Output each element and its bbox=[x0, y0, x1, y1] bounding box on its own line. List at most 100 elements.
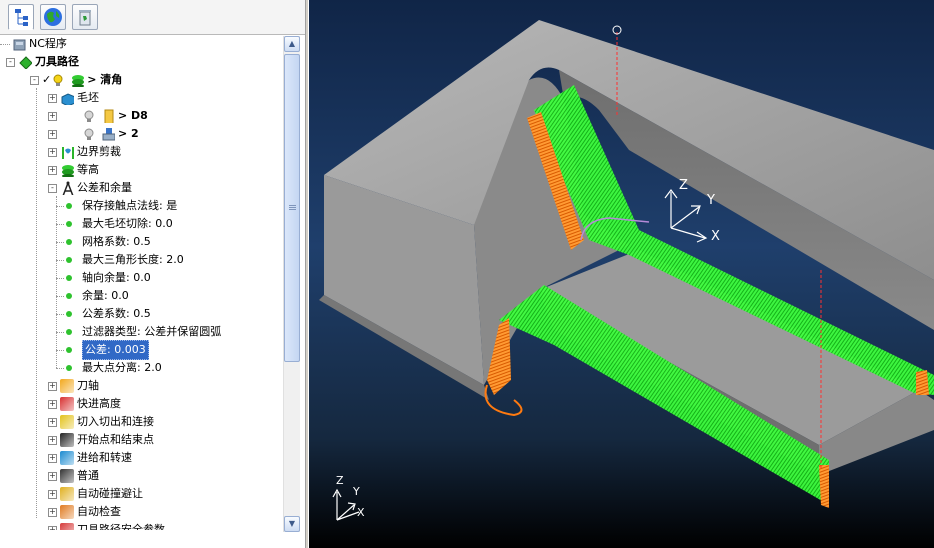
tree-item[interactable]: + 刀具路径安全参数 bbox=[48, 521, 165, 530]
lead-right bbox=[916, 370, 929, 395]
recycle-bin-tab[interactable] bbox=[72, 4, 98, 30]
explorer-tab[interactable] bbox=[8, 4, 34, 30]
scroll-down-button[interactable]: ▼ bbox=[284, 516, 300, 532]
globe-icon bbox=[44, 8, 62, 26]
tree-item-stock[interactable]: + 毛坯 bbox=[48, 89, 99, 107]
expand-toggle[interactable]: + bbox=[48, 399, 57, 409]
tree-param-item[interactable]: 公差: 0.003 bbox=[56, 340, 149, 360]
tree-param-label: 轴向余量: 0.0 bbox=[82, 271, 151, 284]
triad-y-label: Y bbox=[707, 193, 715, 208]
expand-toggle[interactable]: + bbox=[48, 453, 57, 463]
expand-toggle[interactable]: + bbox=[48, 93, 57, 103]
tree-item-label: 刀轴 bbox=[77, 379, 99, 392]
expand-toggle[interactable]: + bbox=[48, 165, 57, 175]
lightbulb-icon bbox=[53, 74, 63, 86]
tree-param-item[interactable]: 余量: 0.0 bbox=[56, 287, 129, 305]
tree-param-label: 网格系数: 0.5 bbox=[82, 235, 151, 248]
green-bullet-icon bbox=[66, 257, 72, 263]
tree-item[interactable]: + 自动碰撞避让 bbox=[48, 485, 143, 503]
tree-item-boundary[interactable]: + 边界剪裁 bbox=[48, 143, 121, 161]
tree-item[interactable]: + 普通 bbox=[48, 467, 99, 485]
tree-param-label: 保存接触点法线: 是 bbox=[82, 199, 178, 212]
graphics-viewport[interactable]: Z Y X Z Y X bbox=[309, 0, 934, 548]
lead-arc bbox=[484, 384, 523, 417]
tree-item-tool2[interactable]: + > 2 bbox=[48, 125, 139, 143]
scroll-thumb[interactable] bbox=[284, 54, 300, 362]
cutter-icon bbox=[104, 109, 114, 123]
tree-item-clearance[interactable]: - ✓ > 清角 bbox=[30, 71, 122, 89]
expand-toggle[interactable]: + bbox=[48, 489, 57, 499]
explorer-tree: NC程序 - 刀具路径 - ✓ > 清角 + 毛坯 + > D8 + > 2 +… bbox=[0, 34, 283, 530]
tree-item-tolerance[interactable]: - 公差和余量 bbox=[48, 179, 132, 197]
tree-param-label: 公差: 0.003 bbox=[82, 340, 149, 360]
general-icon bbox=[60, 469, 74, 483]
model-scene bbox=[319, 20, 934, 521]
tree-param-label: 最大毛坯切除: 0.0 bbox=[82, 217, 173, 230]
expand-toggle[interactable]: + bbox=[48, 435, 57, 445]
tree-label-nc-program: NC程序 bbox=[29, 37, 67, 50]
expand-toggle[interactable]: + bbox=[48, 129, 57, 139]
expand-toggle[interactable]: + bbox=[48, 381, 57, 391]
leads-links-icon bbox=[60, 415, 74, 429]
tree-param-item[interactable]: 最大毛坯切除: 0.0 bbox=[56, 215, 173, 233]
tool-axis-icon bbox=[60, 379, 74, 393]
expand-toggle[interactable]: + bbox=[48, 417, 57, 427]
expand-toggle[interactable]: + bbox=[48, 147, 57, 157]
tree-item[interactable]: + 快进高度 bbox=[48, 395, 121, 413]
nc-program-icon bbox=[13, 39, 26, 51]
tree-item-label: 普通 bbox=[77, 469, 99, 482]
tree-label-boundary: 边界剪裁 bbox=[77, 145, 121, 158]
collapse-toggle[interactable]: - bbox=[6, 57, 15, 67]
tree-item-toolpaths[interactable]: - 刀具路径 bbox=[6, 53, 79, 71]
explorer-tab-bar bbox=[0, 0, 305, 35]
tree-param-item[interactable]: 轴向余量: 0.0 bbox=[56, 269, 151, 287]
recycle-bin-icon bbox=[79, 10, 91, 26]
tree-label-tolerance: 公差和余量 bbox=[77, 181, 132, 194]
start-end-point-icon bbox=[60, 433, 74, 447]
tree-icon bbox=[15, 9, 28, 26]
tree-item[interactable]: + 刀轴 bbox=[48, 377, 99, 395]
tree-item-label: 刀具路径安全参数 bbox=[77, 523, 165, 530]
tree-item-tool[interactable]: + > D8 bbox=[48, 107, 148, 125]
tree-param-item[interactable]: 保存接触点法线: 是 bbox=[56, 197, 178, 215]
tree-param-item[interactable]: 网格系数: 0.5 bbox=[56, 233, 151, 251]
tree-label-clearance: > 清角 bbox=[87, 73, 123, 86]
corner-z-label: Z bbox=[336, 474, 344, 487]
tree-param-item[interactable]: 最大三角形长度: 2.0 bbox=[56, 251, 184, 269]
green-bullet-icon bbox=[66, 293, 72, 299]
holder-icon bbox=[102, 128, 115, 141]
collapse-toggle[interactable]: - bbox=[30, 75, 39, 85]
green-bullet-icon bbox=[66, 347, 72, 353]
lightbulb-off-icon bbox=[84, 128, 94, 140]
tree-item[interactable]: + 切入切出和连接 bbox=[48, 413, 154, 431]
lightbulb-off-icon bbox=[84, 110, 94, 122]
tree-item[interactable]: + 自动检查 bbox=[48, 503, 121, 521]
triad-z-label: Z bbox=[679, 178, 688, 193]
expand-toggle[interactable]: + bbox=[48, 525, 57, 530]
green-bullet-icon bbox=[66, 311, 72, 317]
tree-param-item[interactable]: 过滤器类型: 公差并保留圆弧 bbox=[56, 323, 221, 341]
tree-item[interactable]: + 开始点和结束点 bbox=[48, 431, 154, 449]
expand-toggle[interactable]: + bbox=[48, 507, 57, 517]
globe-tab[interactable] bbox=[40, 4, 66, 30]
tree-scrollbar[interactable]: ▲ ▼ bbox=[283, 36, 300, 532]
tree-param-label: 公差系数: 0.5 bbox=[82, 307, 151, 320]
tree-item-contour[interactable]: + 等高 bbox=[48, 161, 99, 179]
triad-x-label: X bbox=[711, 229, 720, 244]
tree-item-label: 开始点和结束点 bbox=[77, 433, 154, 446]
contour-icon bbox=[62, 165, 74, 177]
tree-item[interactable]: + 进给和转速 bbox=[48, 449, 132, 467]
tree-item-label: 切入切出和连接 bbox=[77, 415, 154, 428]
green-bullet-icon bbox=[66, 329, 72, 335]
tree-label-toolpaths: 刀具路径 bbox=[35, 55, 79, 68]
scroll-up-button[interactable]: ▲ bbox=[284, 36, 300, 52]
collapse-toggle[interactable]: - bbox=[48, 183, 57, 193]
green-bullet-icon bbox=[66, 221, 72, 227]
tree-param-item[interactable]: 公差系数: 0.5 bbox=[56, 305, 151, 323]
expand-toggle[interactable]: + bbox=[48, 111, 57, 121]
stock-block-icon bbox=[61, 93, 74, 105]
tree-param-item[interactable]: 最大点分离: 2.0 bbox=[56, 359, 162, 377]
expand-toggle[interactable]: + bbox=[48, 471, 57, 481]
rapid-height-icon bbox=[60, 397, 74, 411]
tree-item-nc-program[interactable]: NC程序 bbox=[0, 35, 67, 53]
